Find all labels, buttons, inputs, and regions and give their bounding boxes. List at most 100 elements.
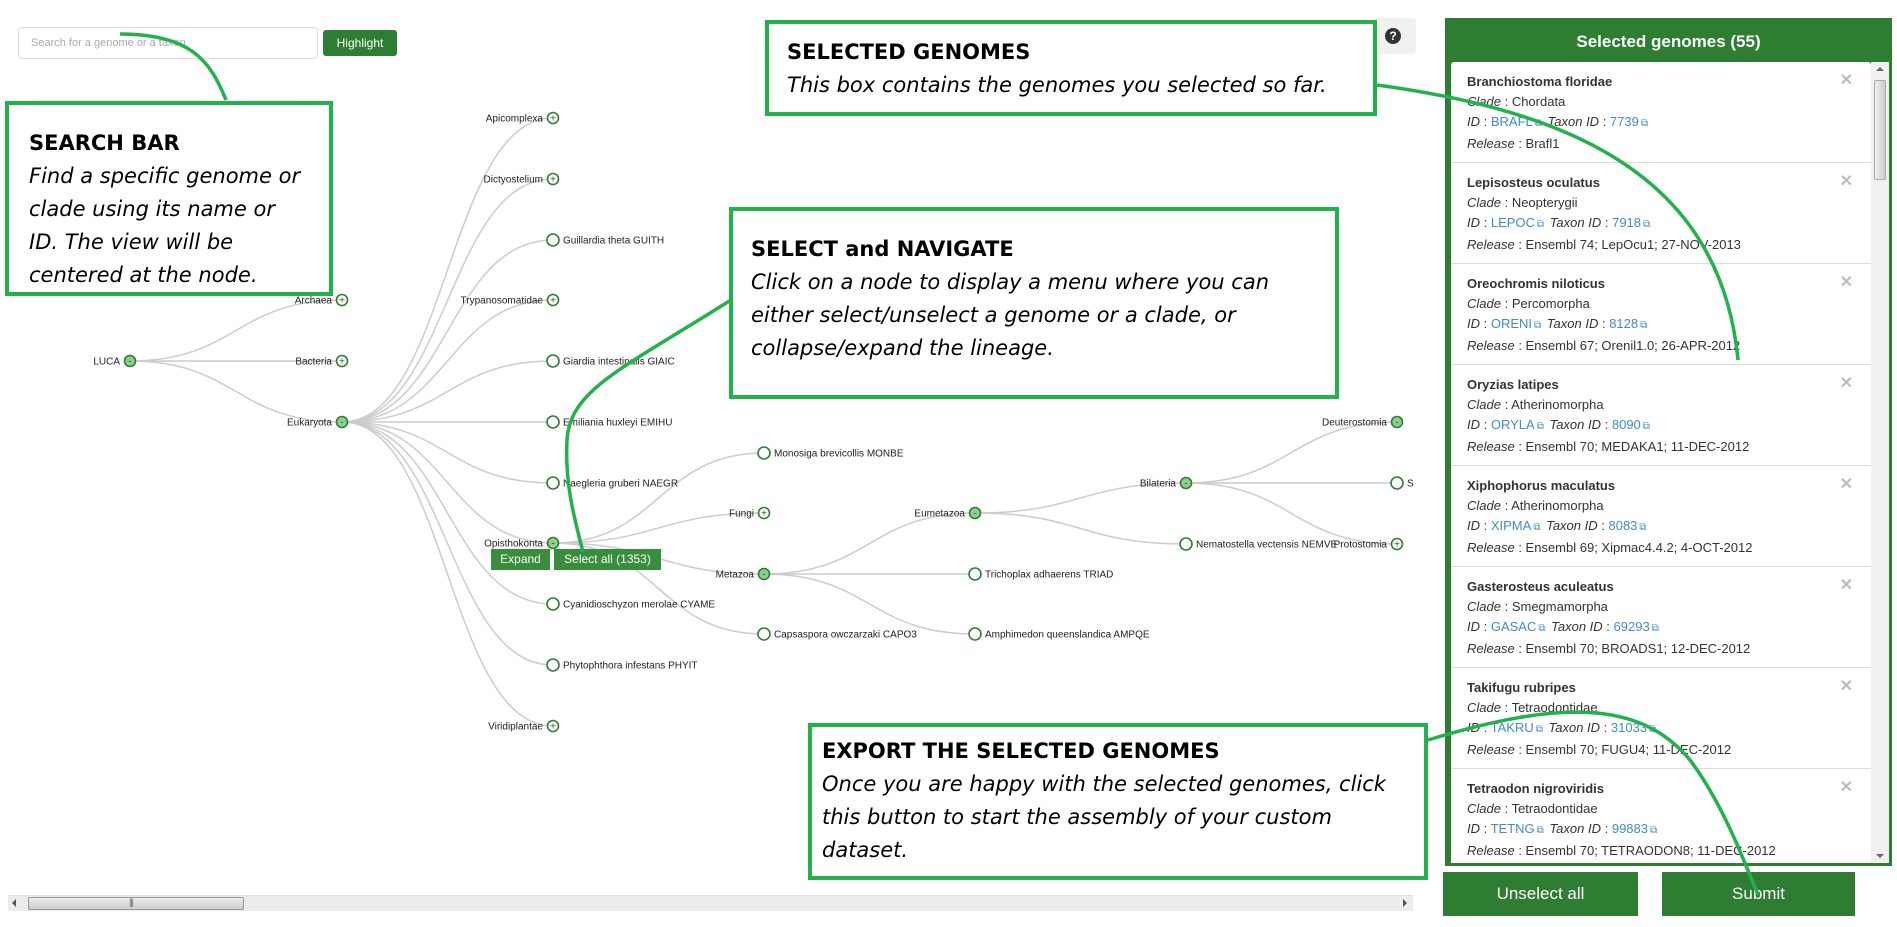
leaf-node-icon[interactable] xyxy=(1179,537,1193,551)
genome-id-link[interactable]: XIPMA xyxy=(1491,518,1531,533)
scroll-down-arrow-icon[interactable] xyxy=(1876,854,1884,858)
tree-node-archaea[interactable]: + Archaea xyxy=(295,293,349,307)
external-link-icon[interactable]: ⧉ xyxy=(1537,421,1544,432)
tree-node-label[interactable]: Guillardia theta GUITH xyxy=(563,236,664,247)
tree-node-label[interactable]: Eukaryota xyxy=(287,418,332,429)
tree-node-viridiplantae[interactable]: + Viridiplantae xyxy=(488,719,560,733)
scroll-left-arrow-icon[interactable] xyxy=(12,899,16,907)
tree-node-label[interactable]: Phytophthora infestans PHYIT xyxy=(563,661,698,672)
tree-node-phyit[interactable]: Phytophthora infestans PHYIT xyxy=(546,658,698,672)
tree-node-label[interactable]: Capsaspora owczarzaki CAPO3 xyxy=(774,630,917,641)
tree-node-label[interactable]: Fungi xyxy=(729,509,754,520)
vertical-scrollbar[interactable] xyxy=(1871,62,1889,863)
unselect-all-button[interactable]: Unselect all xyxy=(1443,872,1638,916)
external-link-icon[interactable]: ⧉ xyxy=(1649,724,1656,735)
tree-node-label[interactable]: Giardia intestinalis GIAIC xyxy=(563,357,675,368)
tree-node-label[interactable]: Deuterostomia xyxy=(1322,418,1387,429)
horizontal-scrollbar[interactable] xyxy=(8,895,1413,911)
external-link-icon[interactable]: ⧉ xyxy=(1640,320,1647,331)
node-menu-select-all-button[interactable]: Select all (1353) xyxy=(554,549,661,570)
tree-node-label[interactable]: Apicomplexa xyxy=(486,114,544,125)
external-link-icon[interactable]: ⧉ xyxy=(1533,522,1540,533)
remove-genome-icon[interactable]: ✕ xyxy=(1840,273,1853,293)
tree-node-label[interactable]: LUCA xyxy=(93,357,120,368)
leaf-node-icon[interactable] xyxy=(546,658,560,672)
tree-node-eukaryota[interactable]: -Eukaryota xyxy=(287,415,349,429)
tree-node-label[interactable]: Nematostella vectensis NEMVE xyxy=(1196,540,1337,551)
external-link-icon[interactable]: ⧉ xyxy=(1537,825,1544,836)
submit-button[interactable]: Submit xyxy=(1662,872,1855,916)
tree-node-emihu[interactable]: Emiliania huxleyi EMIHU xyxy=(546,415,672,429)
tree-node-label[interactable]: Bilateria xyxy=(1140,479,1177,490)
scroll-up-arrow-icon[interactable] xyxy=(1876,67,1884,71)
tree-node-label[interactable]: Opisthokonta xyxy=(484,539,543,550)
external-link-icon[interactable]: ⧉ xyxy=(1641,118,1648,129)
external-link-icon[interactable]: ⧉ xyxy=(1538,623,1545,634)
remove-genome-icon[interactable]: ✕ xyxy=(1840,778,1853,798)
tree-node-ampqe[interactable]: Amphimedon queenslandica AMPQE xyxy=(968,627,1150,641)
tree-node-naegr[interactable]: Naegleria gruberi NAEGR xyxy=(546,476,678,490)
leaf-node-icon[interactable] xyxy=(546,476,560,490)
tree-node-label[interactable]: Monosiga brevicollis MONBE xyxy=(774,449,904,460)
leaf-node-icon[interactable] xyxy=(757,446,771,460)
tree-node-protostomia[interactable]: + Protostomia xyxy=(1334,537,1404,551)
external-link-icon[interactable]: ⧉ xyxy=(1650,825,1657,836)
tree-node-label[interactable]: Trypanosomatidae xyxy=(461,296,544,307)
tree-node-apicomplexa[interactable]: + Apicomplexa xyxy=(486,111,560,125)
remove-genome-icon[interactable]: ✕ xyxy=(1840,374,1853,394)
tree-node-label[interactable]: Dictyostelium xyxy=(484,175,543,186)
genome-id-link[interactable]: LEPOC xyxy=(1491,215,1535,230)
tree-node-luca[interactable]: -LUCA xyxy=(93,354,137,368)
remove-genome-icon[interactable]: ✕ xyxy=(1840,475,1853,495)
tree-node-guith[interactable]: Guillardia theta GUITH xyxy=(546,233,664,247)
tree-node-label[interactable]: Protostomia xyxy=(1334,540,1388,551)
tree-node-label[interactable]: Amphimedon queenslandica AMPQE xyxy=(985,630,1150,641)
genome-id-link[interactable]: TAKRU xyxy=(1491,720,1534,735)
tree-node-dictyostelium[interactable]: + Dictyostelium xyxy=(484,172,560,186)
genome-id-link[interactable]: ORYLA xyxy=(1491,417,1535,432)
tree-node-metazoa[interactable]: -Metazoa xyxy=(716,567,771,581)
remove-genome-icon[interactable]: ✕ xyxy=(1840,677,1853,697)
leaf-node-icon[interactable] xyxy=(757,627,771,641)
remove-genome-icon[interactable]: ✕ xyxy=(1840,71,1853,91)
taxon-id-link[interactable]: 69293 xyxy=(1614,619,1650,634)
leaf-node-icon[interactable] xyxy=(546,354,560,368)
leaf-node-icon[interactable] xyxy=(1390,476,1404,490)
tree-node-triad[interactable]: Trichoplax adhaerens TRIAD xyxy=(968,567,1113,581)
tree-node-giaic[interactable]: Giardia intestinalis GIAIC xyxy=(546,354,675,368)
genome-list[interactable]: Branchiostoma floridae Clade : Chordata ID… xyxy=(1451,62,1871,863)
taxon-id-link[interactable]: 8128 xyxy=(1609,316,1638,331)
external-link-icon[interactable]: ⧉ xyxy=(1652,623,1659,634)
external-link-icon[interactable]: ⧉ xyxy=(1536,724,1543,735)
tree-node-bacteria[interactable]: + Bacteria xyxy=(295,354,349,368)
tree-node-label[interactable]: Emiliania huxleyi EMIHU xyxy=(563,418,672,429)
taxon-id-link[interactable]: 8083 xyxy=(1608,518,1637,533)
node-menu-expand-button[interactable]: Expand xyxy=(491,549,550,570)
external-link-icon[interactable]: ⧉ xyxy=(1643,219,1650,230)
scrollbar-thumb[interactable] xyxy=(1874,80,1886,180)
taxon-id-link[interactable]: 7739 xyxy=(1610,114,1639,129)
tree-node-fungi[interactable]: + Fungi xyxy=(729,506,771,520)
tree-node-capo3[interactable]: Capsaspora owczarzaki CAPO3 xyxy=(757,627,917,641)
tree-node-label[interactable]: Trichoplax adhaerens TRIAD xyxy=(985,570,1113,581)
leaf-node-icon[interactable] xyxy=(968,627,982,641)
leaf-node-icon[interactable] xyxy=(968,567,982,581)
external-link-icon[interactable]: ⧉ xyxy=(1535,118,1542,129)
tree-node-bilateria[interactable]: -Bilateria xyxy=(1140,476,1193,490)
scroll-right-arrow-icon[interactable] xyxy=(1403,899,1407,907)
genome-id-link[interactable]: TETNG xyxy=(1491,821,1535,836)
tree-node-label[interactable]: Naegleria gruberi NAEGR xyxy=(563,479,678,490)
tree-node-monbe[interactable]: Monosiga brevicollis MONBE xyxy=(757,446,904,460)
tree-node-s_leaf[interactable]: S xyxy=(1390,476,1414,490)
tree-node-label[interactable]: Bacteria xyxy=(295,357,332,368)
tree-node-eumetazoa[interactable]: -Eumetazoa xyxy=(914,506,982,520)
scrollbar-thumb[interactable] xyxy=(28,897,244,910)
highlight-button[interactable]: Highlight xyxy=(323,30,397,56)
tree-node-opisthokonta[interactable]: -Opisthokonta xyxy=(484,536,560,550)
remove-genome-icon[interactable]: ✕ xyxy=(1840,576,1853,596)
taxon-id-link[interactable]: 8090 xyxy=(1612,417,1641,432)
search-input[interactable] xyxy=(18,27,318,59)
help-button[interactable]: ? xyxy=(1371,18,1416,54)
leaf-node-icon[interactable] xyxy=(546,415,560,429)
genome-id-link[interactable]: BRAFL xyxy=(1491,114,1533,129)
